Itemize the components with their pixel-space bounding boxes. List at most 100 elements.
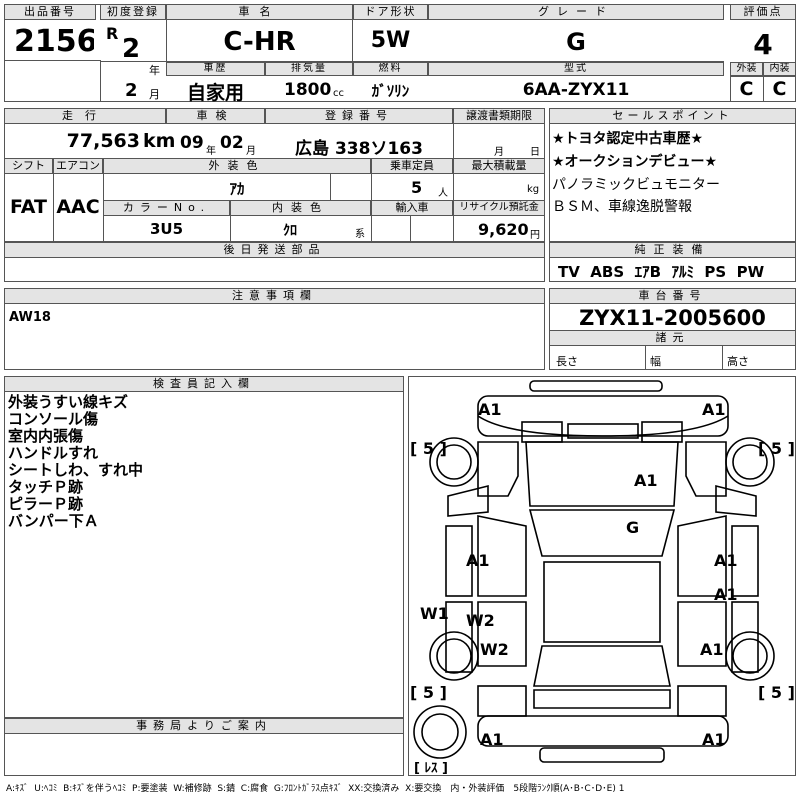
office-label: 事務局よりご案内 bbox=[4, 718, 404, 734]
mark-left-rear-fender: W2 bbox=[480, 640, 509, 659]
mark-windshield: G bbox=[626, 518, 639, 537]
length-label: 長さ bbox=[556, 355, 578, 368]
interior-score: C bbox=[772, 78, 787, 100]
row2-vline7 bbox=[453, 108, 454, 242]
sales-point-line: ＢＳＭ、車線逸脱警報 bbox=[552, 199, 692, 215]
displacement-unit: cc bbox=[333, 88, 344, 99]
history: 自家用 bbox=[186, 82, 244, 104]
lot-lower-cell bbox=[4, 60, 101, 102]
insp-year-unit: 年 bbox=[206, 146, 216, 157]
mark-tire-rl: [ 5 ] bbox=[410, 683, 447, 702]
row2-vline6 bbox=[410, 216, 411, 242]
specs-vline1 bbox=[645, 346, 646, 370]
inspector-note: シートしわ、すれ中 bbox=[8, 461, 144, 479]
row2-vline2 bbox=[103, 158, 104, 242]
exterior-label: 外装 bbox=[730, 62, 763, 76]
mark-right-front-door: A1 bbox=[714, 551, 738, 570]
row2-vline1 bbox=[53, 158, 54, 242]
inspector-note: ピラーＰ跡 bbox=[8, 495, 84, 513]
row2-vline5 bbox=[371, 158, 372, 242]
transfer-label: 譲渡書類期限 bbox=[453, 108, 545, 124]
load-label: 最大積載量 bbox=[453, 158, 545, 174]
inspector-note: 室内内張傷 bbox=[8, 427, 84, 445]
door-label: ドア形状 bbox=[353, 4, 428, 20]
model: 6AA-ZYX11 bbox=[522, 80, 630, 100]
caution-text: AW18 bbox=[9, 310, 51, 325]
caution-label: 注意事項欄 bbox=[4, 288, 545, 304]
score: 4 bbox=[753, 28, 773, 61]
door-type: 5W bbox=[370, 28, 411, 53]
sales-point-line: パノラミックビュモニター bbox=[552, 177, 720, 193]
mark-hood: A1 bbox=[634, 471, 658, 490]
specs-label: 諸元 bbox=[549, 330, 796, 346]
ext-color-label: 外装色 bbox=[103, 158, 371, 174]
mark-left-rear-door: W2 bbox=[466, 611, 495, 630]
mark-right-rear-door: A1 bbox=[714, 585, 738, 604]
first-reg-label: 初度登録 bbox=[100, 4, 166, 20]
plate: 広島 338ソ163 bbox=[295, 139, 423, 159]
grade: G bbox=[566, 28, 586, 56]
mark-tire-fr: [ 5 ] bbox=[758, 439, 795, 458]
shift-label: シフト bbox=[4, 158, 53, 174]
mark-right-rear-fender: A1 bbox=[700, 640, 724, 659]
mark-rear-left: A1 bbox=[480, 730, 504, 749]
mark-front-right: A1 bbox=[702, 400, 726, 419]
inspector-notes: 外装うすい線キズ コンソール傷 室内内張傷 ハンドルすれ シートしわ、すれ中 タ… bbox=[8, 394, 143, 530]
history-label: 車歴 bbox=[166, 62, 265, 76]
era: R bbox=[106, 24, 119, 43]
inspector-note: コンソール傷 bbox=[8, 410, 99, 428]
lot-label: 出品番号 bbox=[4, 4, 96, 20]
fuel: ｶﾞｿﾘﾝ bbox=[371, 82, 410, 100]
specs-vline2 bbox=[722, 346, 723, 370]
insp-year: 09 bbox=[180, 133, 204, 153]
mark-left-front-door: A1 bbox=[466, 551, 490, 570]
inspector-note: タッチＰ跡 bbox=[8, 478, 84, 496]
displacement: 1800 bbox=[284, 80, 332, 100]
lot-number: 2156 bbox=[14, 24, 94, 59]
mark-rear-right: A1 bbox=[702, 730, 726, 749]
mark-tire-rr: [ 5 ] bbox=[758, 683, 795, 702]
transfer-month-unit: 月 bbox=[494, 147, 504, 158]
inspector-note: 外装うすい線キズ bbox=[8, 393, 129, 411]
grade-label: グレード bbox=[428, 4, 724, 20]
sales-points-label: セールスポイント bbox=[549, 108, 796, 124]
mark-left-sill: W1 bbox=[420, 604, 449, 623]
first-reg-year: 2 bbox=[122, 34, 141, 64]
chassis-label: 車台番号 bbox=[549, 288, 796, 304]
exterior-score: C bbox=[739, 78, 754, 100]
mark-tire-fl: [ 5 ] bbox=[410, 439, 447, 458]
equipment-label: 純正装備 bbox=[549, 242, 796, 258]
fuel-label: 燃料 bbox=[353, 62, 428, 76]
equipment: TV ABS ｴｱB ｱﾙﾐ PS PW bbox=[558, 263, 765, 281]
car-name: C-HR bbox=[223, 27, 296, 57]
displacement-label: 排気量 bbox=[265, 62, 353, 76]
insp-month: 02 bbox=[220, 133, 244, 153]
legend: A:ｷｽﾞ U:ﾍｺﾐ B:ｷｽﾞを伴うﾍｺﾐ P:要塗装 W:補修跡 S:錆 … bbox=[6, 784, 625, 794]
inspection-label: 車検 bbox=[166, 108, 265, 124]
capacity-label: 乗車定員 bbox=[371, 158, 453, 174]
ac-label: エアコン bbox=[53, 158, 103, 174]
row2-vline4 bbox=[330, 174, 331, 200]
model-label: 型式 bbox=[428, 62, 724, 76]
inspector-label: 検査員記入欄 bbox=[4, 376, 404, 392]
insp-month-unit: 月 bbox=[246, 146, 256, 157]
score-label: 評価点 bbox=[730, 4, 796, 20]
mileage: 77,563 bbox=[66, 130, 140, 152]
width-label: 幅 bbox=[650, 355, 661, 368]
mileage-unit: km bbox=[143, 130, 176, 152]
plate-label: 登録番号 bbox=[265, 108, 453, 124]
later-parts-label: 後日発送部品 bbox=[4, 242, 545, 258]
row2-grid bbox=[4, 174, 545, 242]
inspector-note: ハンドルすれ bbox=[8, 444, 99, 462]
mark-front-left: A1 bbox=[478, 400, 502, 419]
transfer-day-unit: 日 bbox=[530, 147, 540, 158]
sales-point-line: ★トヨタ認定中古車歴★ bbox=[552, 131, 704, 147]
car-diagram: A1 A1 [ 5 ] [ 5 ] A1 G A1 A1 A1 W1 W2 W2… bbox=[410, 380, 795, 776]
mark-spare: [ ﾚｽ ] bbox=[414, 761, 448, 776]
row2-vline3 bbox=[230, 200, 231, 242]
height-label: 高さ bbox=[727, 355, 749, 368]
car-name-label: 車名 bbox=[166, 4, 353, 20]
chassis-number: ZYX11-2005600 bbox=[579, 306, 766, 330]
interior-label: 内装 bbox=[763, 62, 796, 76]
inspector-note: バンパー下Ａ bbox=[8, 512, 99, 530]
